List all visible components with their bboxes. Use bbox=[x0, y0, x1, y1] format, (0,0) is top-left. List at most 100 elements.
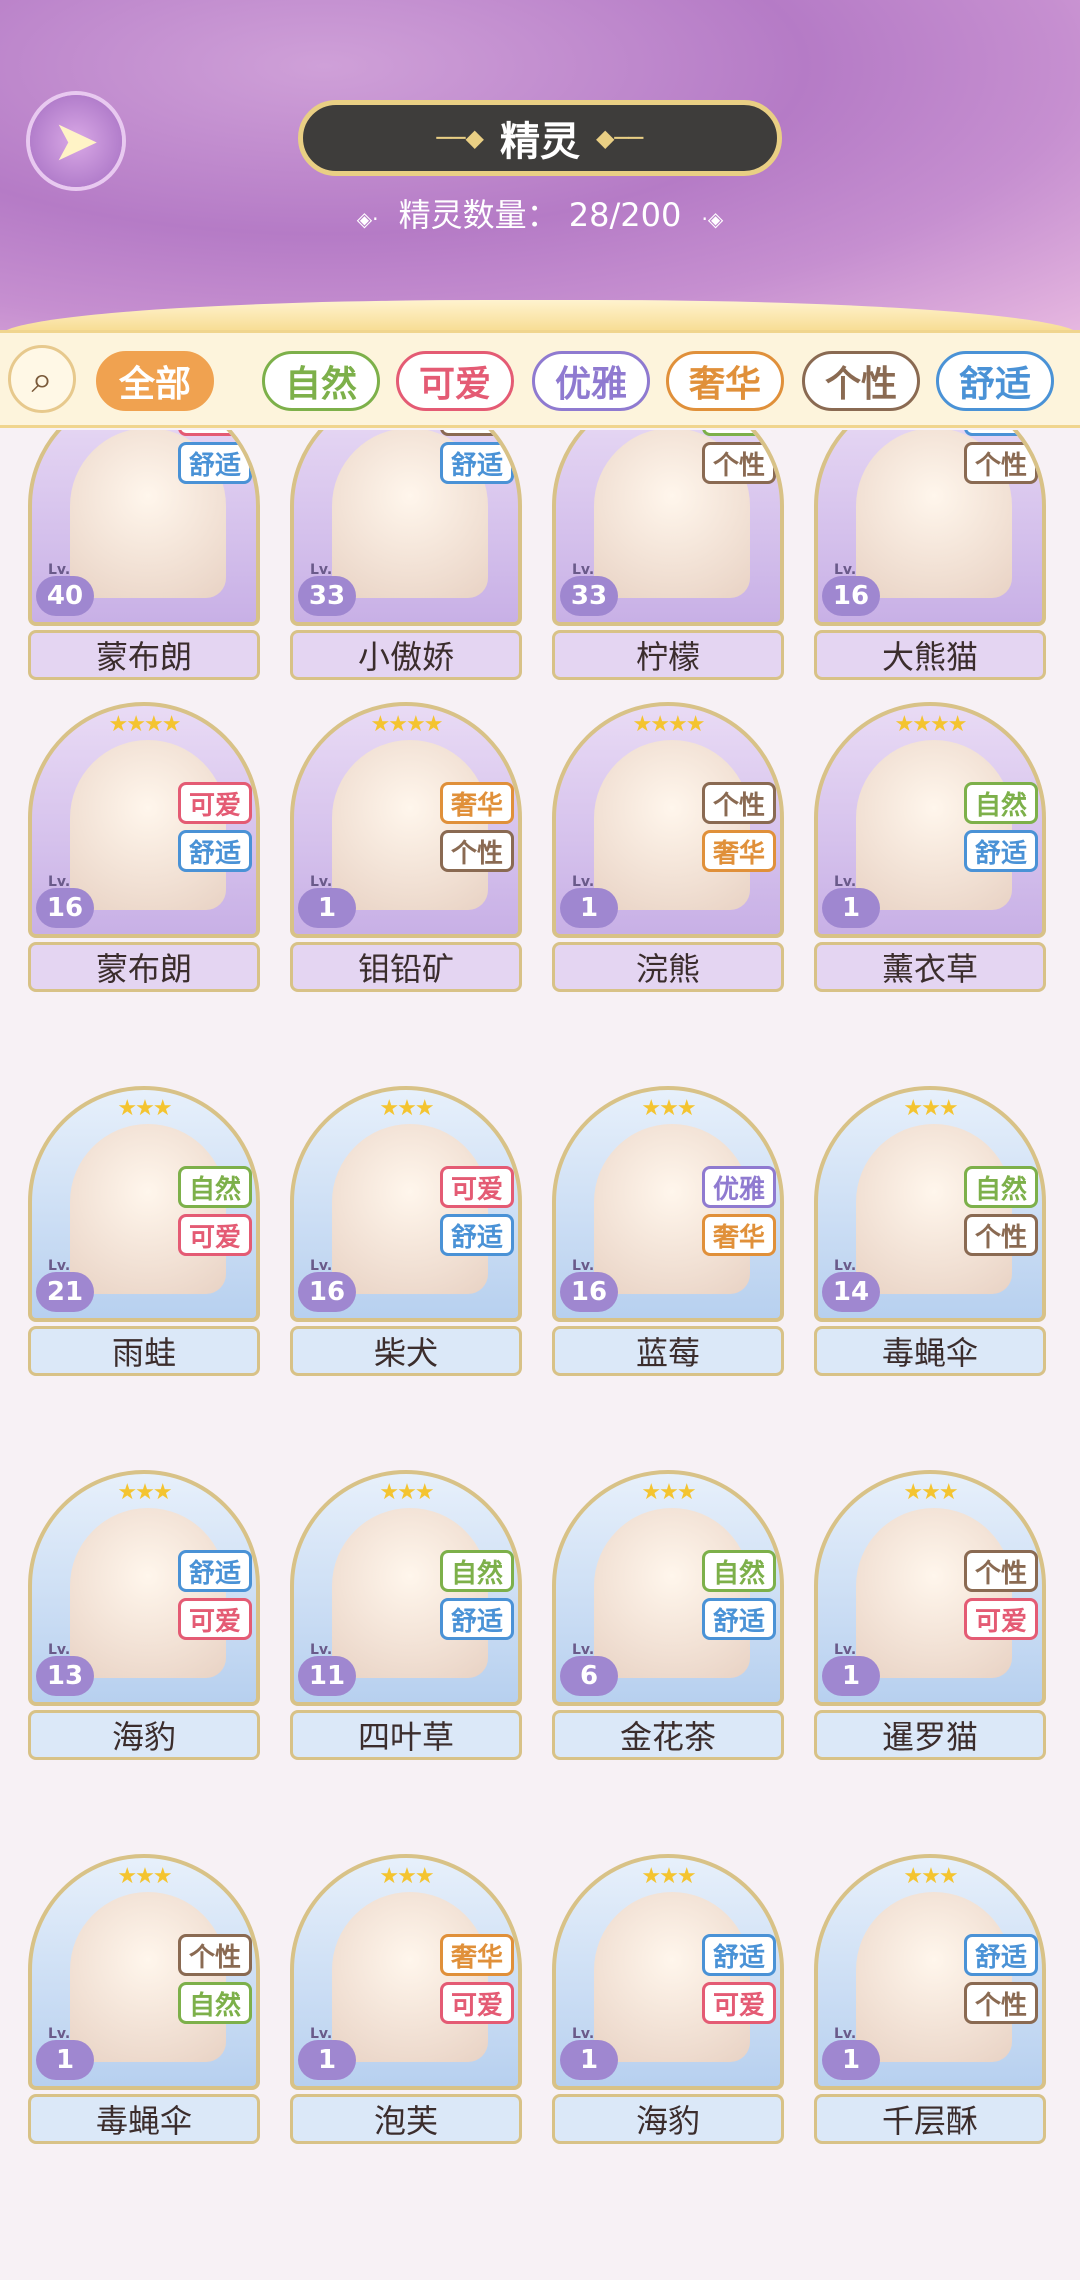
level-badge: Lv. 11 bbox=[298, 1642, 356, 1696]
sprite-card[interactable]: 可爱舒适 Lv. 40 bbox=[28, 430, 260, 626]
sprite-card[interactable]: ★★★ 奢华 可爱 Lv. 1 bbox=[290, 1854, 522, 2090]
sprite-name[interactable]: 雨蛙 bbox=[28, 1326, 260, 1376]
trait-tag: 舒适 bbox=[964, 430, 1038, 436]
sprite-card[interactable]: ★★★ 自然 可爱 Lv. 21 bbox=[28, 1086, 260, 1322]
sprite-count-label: 精灵数量： bbox=[398, 196, 559, 234]
sprite-grid: 可爱舒适Lv.40蒙布朗个性舒适Lv.33小傲娇自然个性Lv.33柠檬舒适个性L… bbox=[0, 430, 1080, 2280]
sprite-card[interactable]: ★★★ 自然 舒适 Lv. 6 bbox=[552, 1470, 784, 1706]
level-badge: Lv. 1 bbox=[560, 2026, 618, 2080]
sprite-name[interactable]: 柠檬 bbox=[552, 630, 784, 680]
sprite-card[interactable]: 舒适个性 Lv. 16 bbox=[814, 430, 1046, 626]
sprite-name[interactable]: 蓝莓 bbox=[552, 1326, 784, 1376]
sprite-count-value: 28/200 bbox=[568, 196, 682, 234]
level-value: 33 bbox=[570, 581, 608, 611]
sprite-name[interactable]: 薰衣草 bbox=[814, 942, 1046, 992]
trait-tag: 奢华 bbox=[702, 1214, 776, 1256]
sprite-card[interactable]: ★★★ 优雅 奢华 Lv. 16 bbox=[552, 1086, 784, 1322]
sprite-card[interactable]: 个性舒适 Lv. 33 bbox=[290, 430, 522, 626]
level-badge: Lv. 1 bbox=[298, 874, 356, 928]
level-prefix: Lv. bbox=[572, 2026, 595, 2042]
level-value: 33 bbox=[308, 581, 346, 611]
star-rating: ★★★ bbox=[117, 1096, 172, 1121]
level-value: 1 bbox=[841, 1661, 861, 1691]
level-value: 21 bbox=[46, 1277, 84, 1307]
trait-tags: 舒适个性 bbox=[964, 430, 1038, 484]
level-value: 1 bbox=[55, 2045, 75, 2075]
filter-tab-6[interactable]: 舒适 bbox=[936, 351, 1054, 411]
sprite-name[interactable]: 蒙布朗 bbox=[28, 942, 260, 992]
star-rating: ★★★ bbox=[903, 1864, 958, 1889]
level-prefix: Lv. bbox=[834, 1258, 857, 1274]
level-badge: Lv. 33 bbox=[298, 562, 356, 616]
level-value: 13 bbox=[46, 1661, 84, 1691]
sprite-card[interactable]: ★★★★ 奢华 个性 Lv. 1 bbox=[290, 702, 522, 938]
level-prefix: Lv. bbox=[48, 1642, 71, 1658]
sprite-name[interactable]: 大熊猫 bbox=[814, 630, 1046, 680]
sprite-name[interactable]: 暹罗猫 bbox=[814, 1710, 1046, 1760]
level-badge: Lv. 40 bbox=[36, 562, 94, 616]
filter-tab-5[interactable]: 个性 bbox=[802, 351, 920, 411]
trait-tag: 可爱 bbox=[440, 1982, 514, 2024]
sprite-name[interactable]: 金花茶 bbox=[552, 1710, 784, 1760]
sprite-name[interactable]: 蒙布朗 bbox=[28, 630, 260, 680]
level-value: 1 bbox=[579, 2045, 599, 2075]
trait-tags: 舒适 可爱 bbox=[178, 1550, 252, 1640]
star-rating: ★★★ bbox=[379, 1096, 434, 1121]
level-value: 16 bbox=[570, 1277, 608, 1307]
sprite-card[interactable]: ★★★ 自然 舒适 Lv. 11 bbox=[290, 1470, 522, 1706]
sprite-card[interactable]: ★★★★ 可爱 舒适 Lv. 16 bbox=[28, 702, 260, 938]
filter-tab-3[interactable]: 优雅 bbox=[532, 351, 650, 411]
sprite-name[interactable]: 海豹 bbox=[28, 1710, 260, 1760]
trait-tags: 奢华 可爱 bbox=[440, 1934, 514, 2024]
sprite-name[interactable]: 小傲娇 bbox=[290, 630, 522, 680]
level-prefix: Lv. bbox=[572, 1258, 595, 1274]
sprite-name[interactable]: 柴犬 bbox=[290, 1326, 522, 1376]
back-wing-icon[interactable]: ➤ bbox=[30, 95, 122, 187]
level-prefix: Lv. bbox=[834, 1642, 857, 1658]
star-rating: ★★★ bbox=[903, 1096, 958, 1121]
level-value: 6 bbox=[579, 1661, 599, 1691]
level-prefix: Lv. bbox=[834, 2026, 857, 2042]
level-badge: Lv. 1 bbox=[822, 1642, 880, 1696]
level-prefix: Lv. bbox=[48, 562, 71, 578]
sprite-card[interactable]: ★★★ 个性 自然 Lv. 1 bbox=[28, 1854, 260, 2090]
count-ornament-left: ◈· bbox=[356, 207, 379, 231]
sprite-name[interactable]: 千层酥 bbox=[814, 2094, 1046, 2144]
filter-tab-2[interactable]: 可爱 bbox=[396, 351, 514, 411]
sprite-card[interactable]: ★★★ 舒适 可爱 Lv. 13 bbox=[28, 1470, 260, 1706]
search-icon[interactable]: ⌕ bbox=[8, 345, 76, 413]
sprite-card[interactable]: 自然个性 Lv. 33 bbox=[552, 430, 784, 626]
trait-tag: 舒适 bbox=[964, 830, 1038, 872]
sprite-name[interactable]: 钼铅矿 bbox=[290, 942, 522, 992]
trait-tag: 奢华 bbox=[702, 830, 776, 872]
sprite-name[interactable]: 海豹 bbox=[552, 2094, 784, 2144]
level-value: 1 bbox=[579, 893, 599, 923]
level-prefix: Lv. bbox=[572, 562, 595, 578]
filter-tab-1[interactable]: 自然 bbox=[262, 351, 380, 411]
level-prefix: Lv. bbox=[310, 2026, 333, 2042]
filter-tab-0[interactable]: 全部 bbox=[96, 351, 214, 411]
trait-tag: 个性 bbox=[440, 830, 514, 872]
sprite-name[interactable]: 毒蝇伞 bbox=[28, 2094, 260, 2144]
sprite-name[interactable]: 泡芙 bbox=[290, 2094, 522, 2144]
star-rating: ★★★★ bbox=[370, 712, 444, 737]
sprite-card[interactable]: ★★★ 舒适 个性 Lv. 1 bbox=[814, 1854, 1046, 2090]
sprite-card[interactable]: ★★★ 可爱 舒适 Lv. 16 bbox=[290, 1086, 522, 1322]
sprite-card[interactable]: ★★★ 自然 个性 Lv. 14 bbox=[814, 1086, 1046, 1322]
trait-tag: 可爱 bbox=[440, 1166, 514, 1208]
trait-tag: 舒适 bbox=[702, 1934, 776, 1976]
level-badge: Lv. 21 bbox=[36, 1258, 94, 1312]
level-prefix: Lv. bbox=[310, 1258, 333, 1274]
sprite-name[interactable]: 四叶草 bbox=[290, 1710, 522, 1760]
filter-tab-4[interactable]: 奢华 bbox=[666, 351, 784, 411]
sprite-name[interactable]: 毒蝇伞 bbox=[814, 1326, 1046, 1376]
level-value: 40 bbox=[46, 581, 84, 611]
sprite-card[interactable]: ★★★★ 个性 奢华 Lv. 1 bbox=[552, 702, 784, 938]
star-rating: ★★★ bbox=[641, 1096, 696, 1121]
sprite-name[interactable]: 浣熊 bbox=[552, 942, 784, 992]
sprite-card[interactable]: ★★★★ 自然 舒适 Lv. 1 bbox=[814, 702, 1046, 938]
trait-tags: 自然 可爱 bbox=[178, 1166, 252, 1256]
sprite-card[interactable]: ★★★ 个性 可爱 Lv. 1 bbox=[814, 1470, 1046, 1706]
level-badge: Lv. 33 bbox=[560, 562, 618, 616]
sprite-card[interactable]: ★★★ 舒适 可爱 Lv. 1 bbox=[552, 1854, 784, 2090]
